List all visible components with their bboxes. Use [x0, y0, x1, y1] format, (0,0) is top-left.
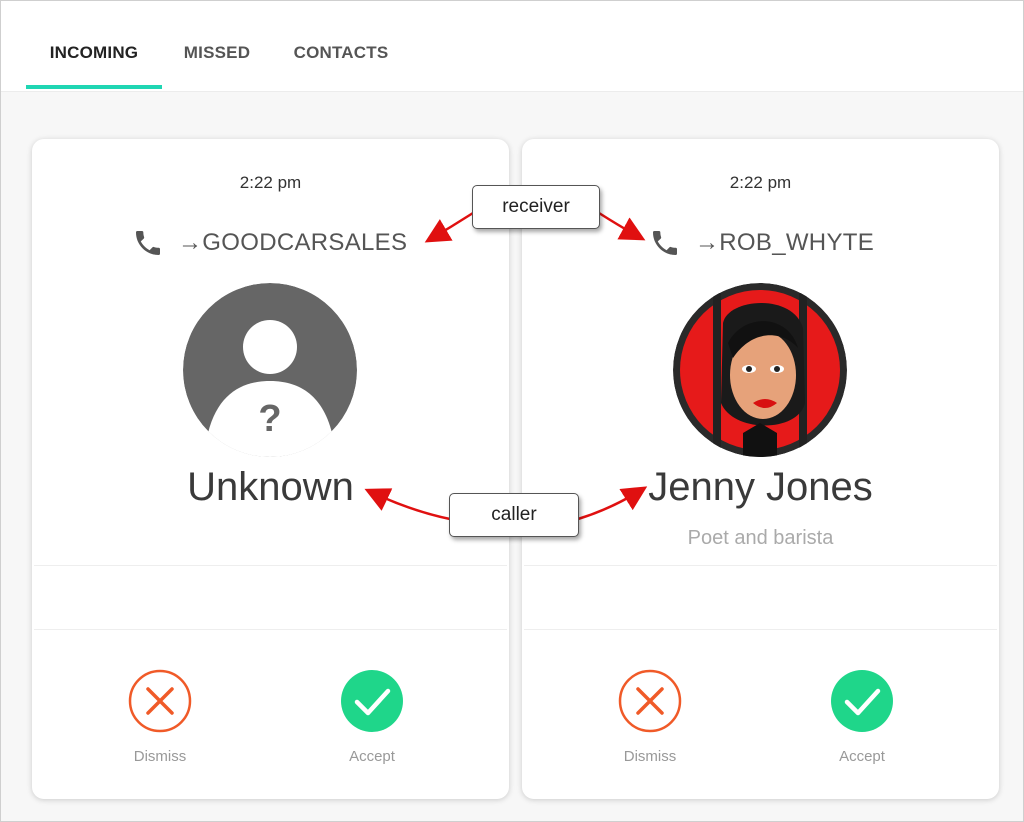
tab-incoming[interactable]: INCOMING	[46, 43, 142, 89]
divider	[524, 629, 997, 630]
tab-bar: INCOMING MISSED CONTACTS	[1, 1, 1023, 92]
receiver-annotation: receiver	[472, 185, 600, 229]
accept-label: Accept	[349, 748, 395, 765]
accept-check-icon	[341, 670, 403, 732]
receiver-name: →GOODCARSALES	[178, 229, 408, 256]
receiver-row: →ROB_WHYTE	[649, 223, 874, 263]
accept-label: Accept	[839, 748, 885, 765]
dismiss-label: Dismiss	[133, 748, 187, 765]
tab-missed[interactable]: MISSED	[182, 43, 252, 89]
jenny-jones-photo	[673, 283, 847, 457]
phone-icon	[653, 231, 677, 255]
dismiss-button[interactable]: Dismiss	[610, 669, 690, 765]
incoming-call-card: 2:22 pm →ROB_WHYTE Jenny Jones Poet and …	[522, 139, 999, 799]
active-tab-indicator	[26, 85, 162, 89]
caller-subtitle: Poet and barista	[687, 527, 834, 549]
accept-check-icon	[831, 670, 893, 732]
dismiss-button[interactable]: Dismiss	[120, 669, 200, 765]
app-frame: INCOMING MISSED CONTACTS 2:22 pm →GOODCA…	[0, 0, 1024, 822]
caller-name: Unknown	[187, 465, 354, 509]
divider	[34, 565, 507, 566]
incoming-call-card: 2:22 pm →GOODCARSALES ? Unknown Dismiss	[32, 139, 509, 799]
dismiss-x-icon	[128, 669, 192, 733]
divider	[524, 565, 997, 566]
dismiss-label: Dismiss	[623, 748, 677, 765]
call-time: 2:22 pm	[239, 173, 302, 192]
caller-name: Jenny Jones	[648, 465, 873, 509]
phone-icon	[136, 231, 160, 255]
svg-text:?: ?	[258, 398, 281, 440]
accept-button[interactable]: Accept	[332, 669, 412, 765]
accept-button[interactable]: Accept	[822, 669, 902, 765]
divider	[34, 629, 507, 630]
dismiss-x-icon	[618, 669, 682, 733]
receiver-row: →GOODCARSALES	[132, 223, 407, 263]
tab-contacts[interactable]: CONTACTS	[291, 43, 391, 89]
unknown-user-icon: ?	[183, 283, 357, 457]
caller-annotation: caller	[449, 493, 579, 537]
receiver-name: →ROB_WHYTE	[695, 229, 875, 256]
